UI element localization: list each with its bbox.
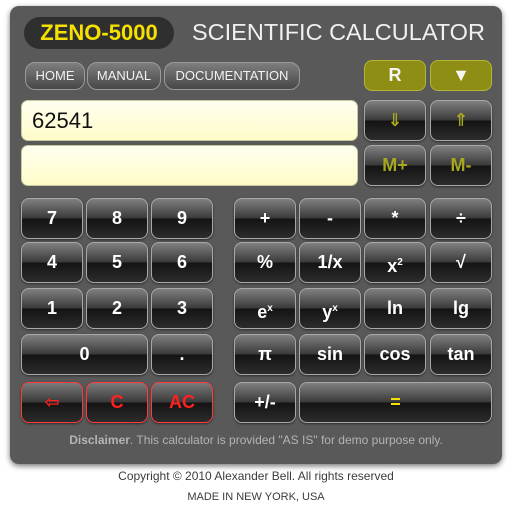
all-clear-button[interactable]: AC [151,382,213,423]
key-5[interactable]: 5 [86,242,148,283]
exp-base: e [257,302,268,322]
pi-button[interactable]: π [234,334,296,375]
key-8[interactable]: 8 [86,198,148,239]
multiply-button[interactable]: * [364,198,426,239]
copyright-text: Copyright © 2010 Alexander Bell. All rig… [118,469,394,483]
key-9[interactable]: 9 [151,198,213,239]
made-in-text: MADE IN NEW YORK, USA [187,491,325,503]
tan-button[interactable]: tan [430,334,492,375]
home-button[interactable]: HOME [25,62,85,90]
power-button[interactable]: yx [299,288,361,329]
square-button[interactable]: x2 [364,242,426,283]
ln-button[interactable]: ln [364,288,426,329]
page-title: SCIENTIFIC CALCULATOR [192,19,485,45]
cos-button[interactable]: cos [364,334,426,375]
disclaimer-text: . This calculator is provided "AS IS" fo… [129,433,443,447]
key-2[interactable]: 2 [86,288,148,329]
power-base: y [322,302,333,322]
plus-button[interactable]: + [234,198,296,239]
main-display: 62541 [21,100,358,141]
memory-display [21,145,358,186]
memory-up-button[interactable]: ⇑ [430,100,492,141]
clear-button[interactable]: C [86,382,148,423]
key-7[interactable]: 7 [21,198,83,239]
equals-button[interactable]: = [299,382,492,423]
power-exponent: x [332,303,338,314]
exp-exponent: x [267,303,273,314]
calculator-panel: ZENO-5000 SCIENTIFIC CALCULATOR HOME MAN… [10,6,502,464]
percent-button[interactable]: % [234,242,296,283]
exp-button[interactable]: ex [234,288,296,329]
key-0[interactable]: 0 [21,334,148,375]
reciprocal-button[interactable]: 1/x [299,242,361,283]
reset-button[interactable]: R [364,60,426,91]
disclaimer: Disclaimer. This calculator is provided … [10,433,502,447]
lg-button[interactable]: lg [430,288,492,329]
square-base: x [387,256,398,276]
minus-button[interactable]: - [299,198,361,239]
memory-minus-button[interactable]: M- [430,145,492,186]
key-6[interactable]: 6 [151,242,213,283]
manual-button[interactable]: MANUAL [87,62,161,90]
square-exponent: 2 [397,257,403,268]
backspace-button[interactable]: ⇦ [21,382,83,423]
disclaimer-label: Disclaimer [69,433,130,447]
sqrt-button[interactable]: √ [430,242,492,283]
key-4[interactable]: 4 [21,242,83,283]
key-1[interactable]: 1 [21,288,83,329]
sin-button[interactable]: sin [299,334,361,375]
memory-plus-button[interactable]: M+ [364,145,426,186]
negate-button[interactable]: +/- [234,382,296,423]
memory-down-button[interactable]: ⇓ [364,100,426,141]
brand-logo: ZENO-5000 [24,17,174,49]
key-3[interactable]: 3 [151,288,213,329]
divide-button[interactable]: ÷ [430,198,492,239]
collapse-button[interactable]: ▼ [430,60,492,91]
documentation-button[interactable]: DOCUMENTATION [164,62,300,90]
key-decimal[interactable]: . [151,334,213,375]
